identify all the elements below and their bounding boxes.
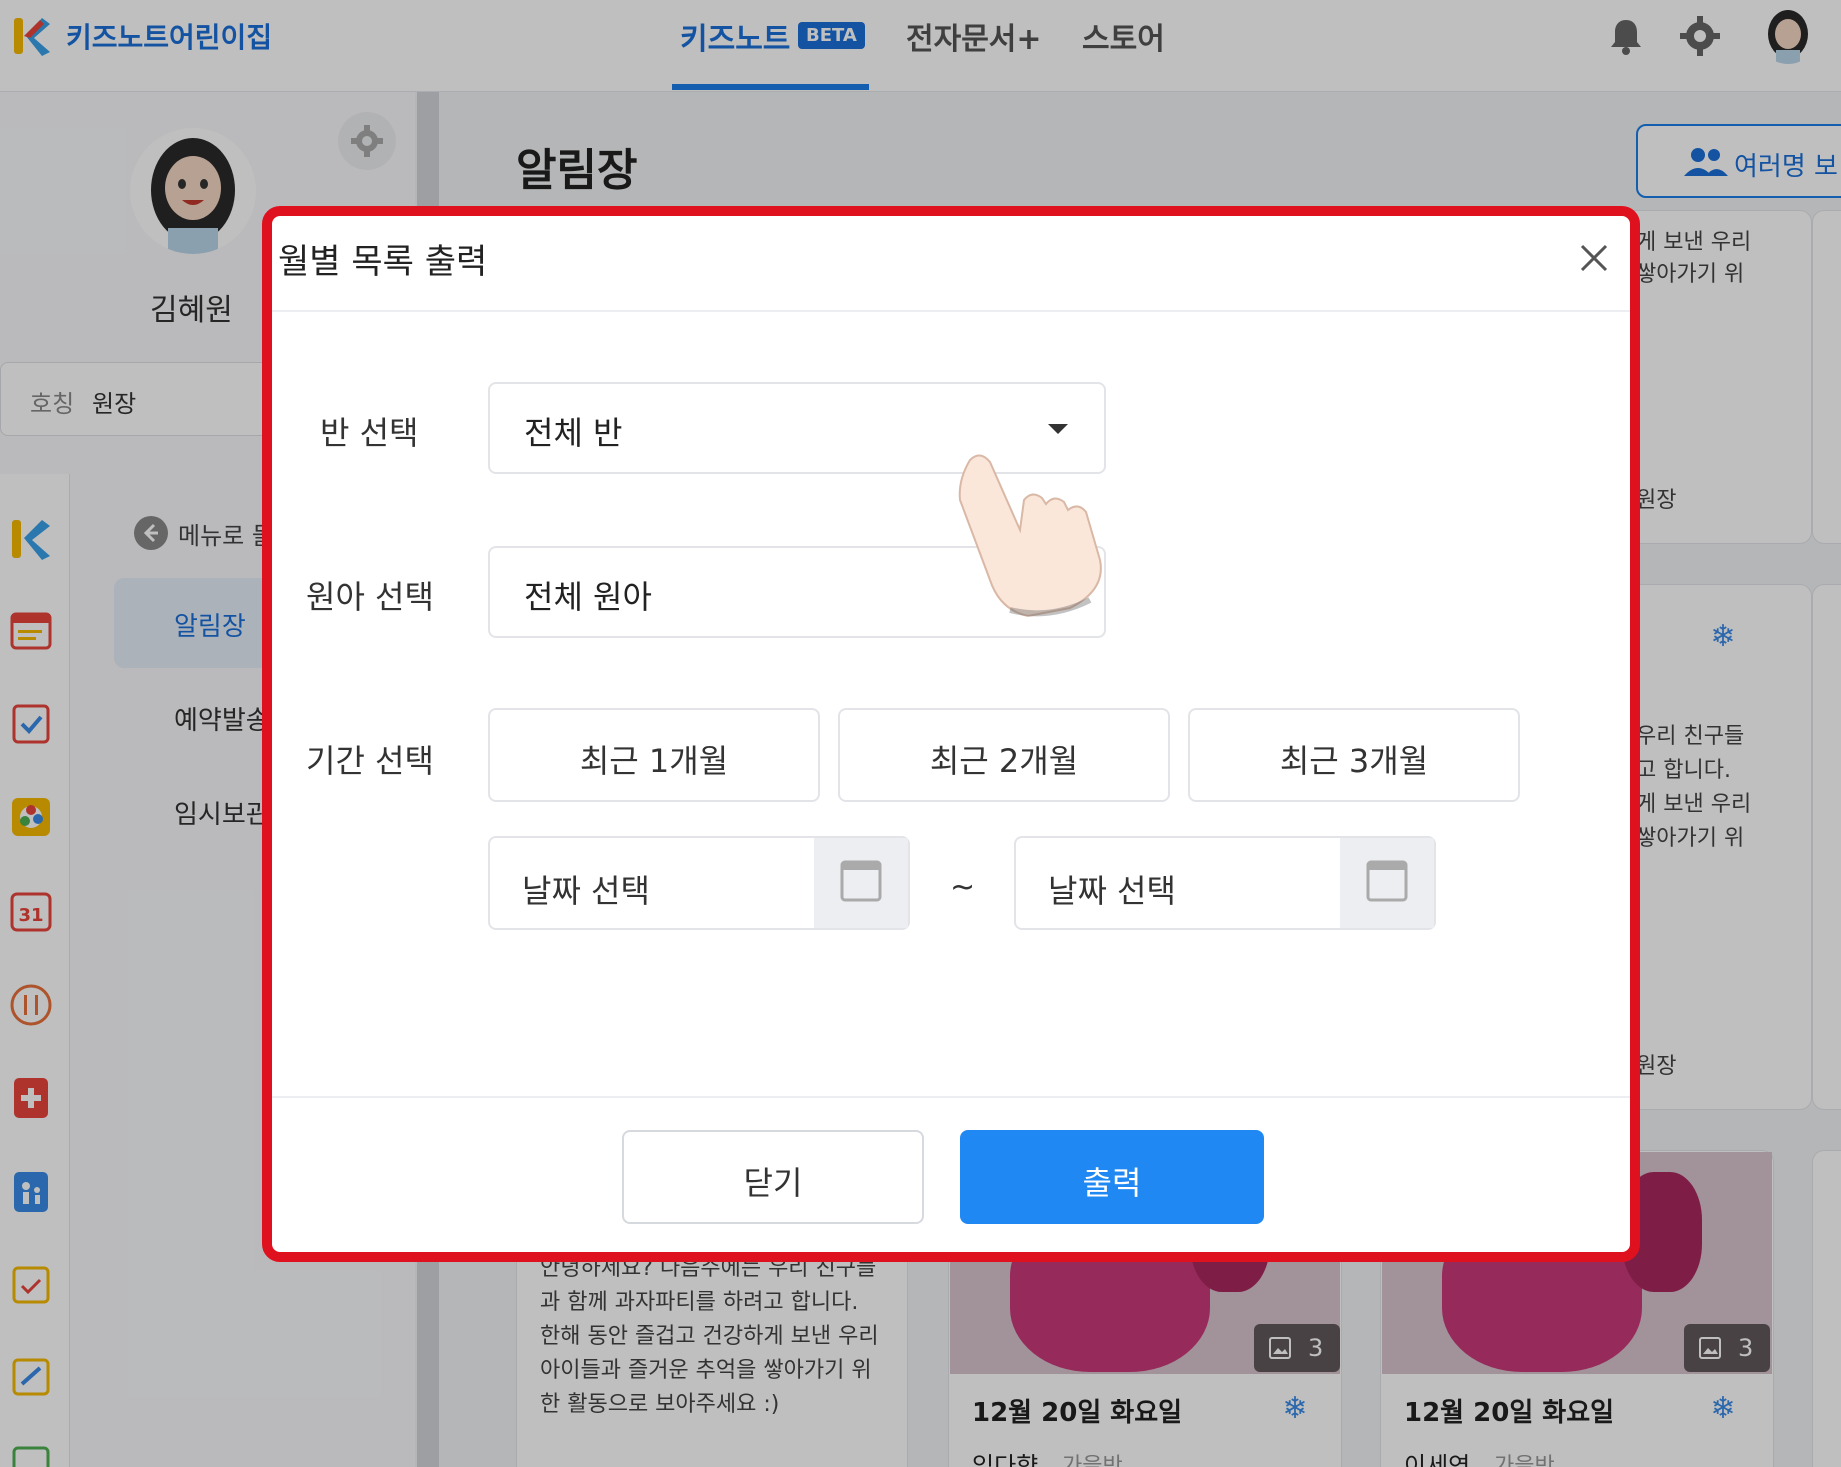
print-button-label: 출력 bbox=[1082, 1164, 1142, 1202]
period-3month-label: 최근 3개월 bbox=[1279, 742, 1429, 780]
calendar-icon bbox=[1366, 860, 1408, 902]
period-select-label: 기간 선택 bbox=[306, 742, 434, 780]
dialog-divider bbox=[272, 310, 1630, 312]
end-date-calendar-button[interactable] bbox=[1340, 838, 1434, 928]
chevron-down-icon bbox=[1048, 424, 1068, 434]
end-date-placeholder: 날짜 선택 bbox=[1048, 872, 1176, 910]
calendar-icon bbox=[840, 860, 882, 902]
child-select-value: 전체 원아 bbox=[524, 578, 652, 616]
pointing-hand-icon bbox=[958, 454, 1102, 618]
period-2month-label: 최근 2개월 bbox=[929, 742, 1079, 780]
date-range-separator: ~ bbox=[950, 870, 976, 905]
start-date-calendar-button[interactable] bbox=[814, 838, 908, 928]
dialog-title: 월별 목록 출력 bbox=[278, 242, 488, 282]
close-icon[interactable] bbox=[1572, 236, 1616, 280]
class-select-label: 반 선택 bbox=[320, 414, 419, 452]
class-select-value: 전체 반 bbox=[524, 414, 623, 452]
start-date-placeholder: 날짜 선택 bbox=[522, 872, 650, 910]
close-button-label: 닫기 bbox=[743, 1164, 803, 1202]
period-1month-label: 최근 1개월 bbox=[579, 742, 729, 780]
child-select-label: 원아 선택 bbox=[306, 578, 434, 616]
dialog-footer-divider bbox=[272, 1096, 1630, 1098]
